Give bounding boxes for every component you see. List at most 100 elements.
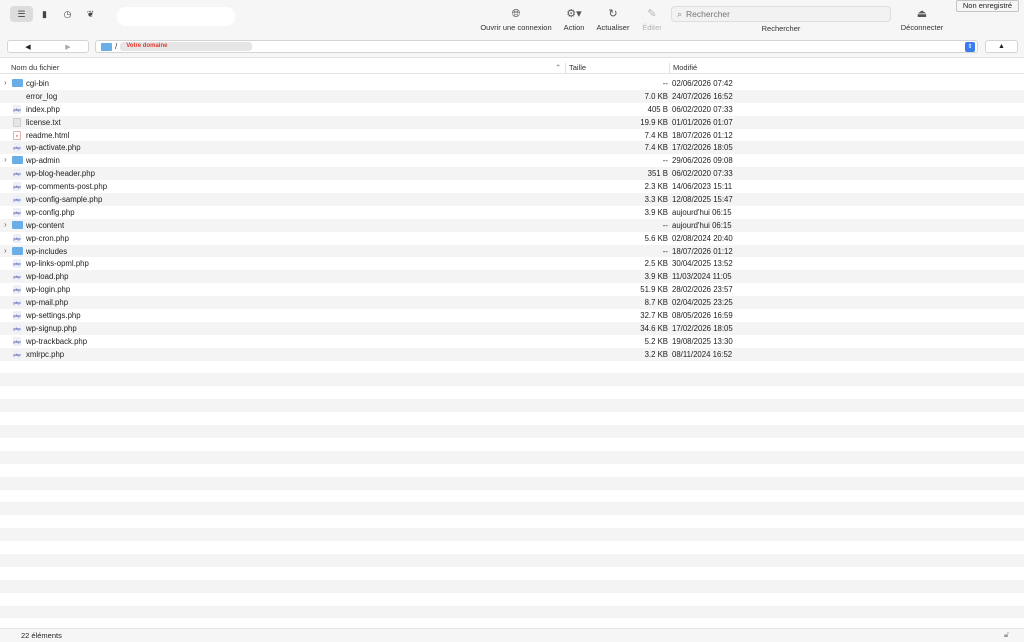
- browser-view-icon[interactable]: ☰: [10, 6, 33, 22]
- file-name: wp-links-opml.php: [26, 259, 89, 269]
- table-row[interactable]: license.txt 19.9 KB 01/01/2026 01:07: [0, 115, 1024, 129]
- open-connection-button[interactable]: 🌐︎ Ouvrir une connexion: [476, 6, 556, 32]
- php-file-icon: php: [13, 285, 21, 295]
- table-row[interactable]: php wp-blog-header.php 351 B 06/02/2020 07:…: [0, 167, 1024, 181]
- search-field[interactable]: ⌕: [671, 6, 891, 22]
- table-row[interactable]: e readme.html 7.4 KB 18/07/2026 01:12: [0, 129, 1024, 142]
- back-arrow-icon[interactable]: ◀: [8, 41, 48, 52]
- folder-icon: [12, 156, 23, 165]
- php-file-icon: php: [13, 311, 21, 321]
- history-icon[interactable]: ◷: [56, 6, 79, 22]
- file-size: 8.7 KB: [644, 298, 668, 308]
- table-row[interactable]: php wp-cron.php 5.6 KB 02/08/2024 20:40: [0, 232, 1024, 245]
- path-selector[interactable]: / Votre domaine ⇕: [95, 40, 978, 53]
- file-size: 19.9 KB: [640, 117, 668, 127]
- file-modified: 02/04/2025 23:25: [672, 298, 733, 308]
- globe-plus-icon: 🌐︎: [511, 8, 521, 20]
- file-name: wp-comments-post.php: [26, 182, 108, 192]
- file-size: 5.2 KB: [644, 336, 668, 346]
- file-modified: 29/06/2026 09:08: [672, 156, 733, 166]
- file-name: readme.html: [26, 130, 70, 140]
- path-dropdown-icon[interactable]: ⇕: [965, 42, 975, 52]
- folder-icon: [101, 42, 112, 51]
- bonjour-icon[interactable]: ❦: [79, 6, 102, 22]
- file-modified: 12/08/2025 15:47: [672, 195, 733, 205]
- file-modified: aujourd'hui 06:15: [672, 220, 732, 230]
- file-size: 34.6 KB: [640, 323, 668, 333]
- file-size: 2.5 KB: [644, 259, 668, 269]
- file-modified: 08/11/2024 16:52: [672, 349, 733, 359]
- table-row[interactable]: php wp-links-opml.php 2.5 KB 30/04/2025 13:…: [0, 257, 1024, 270]
- file-size: 51.9 KB: [640, 285, 668, 295]
- table-row[interactable]: php xmlrpc.php 3.2 KB 08/11/2024 16:52: [0, 347, 1024, 361]
- column-separator[interactable]: [669, 63, 670, 73]
- refresh-button[interactable]: ↻ Actualiser: [592, 6, 634, 32]
- file-name: wp-admin: [26, 156, 60, 166]
- file-modified: 18/07/2026 01:12: [672, 246, 733, 256]
- file-size: --: [662, 156, 668, 166]
- name-column-header[interactable]: Nom du fichier: [11, 63, 59, 72]
- disclosure-chevron-icon[interactable]: ›: [4, 78, 7, 87]
- gear-icon: ⚙▾: [566, 8, 582, 20]
- bookmarks-icon[interactable]: ▮: [33, 6, 56, 22]
- forward-arrow-icon[interactable]: ▶: [48, 41, 88, 52]
- up-arrow-icon: ▲: [998, 43, 1005, 50]
- table-row[interactable]: › wp-admin -- 29/06/2026 09:08: [0, 154, 1024, 167]
- table-row[interactable]: › cgi-bin -- 02/06/2026 07:42: [0, 77, 1024, 90]
- file-modified: 02/08/2024 20:40: [672, 233, 733, 243]
- file-name: wp-settings.php: [26, 311, 81, 321]
- table-row[interactable]: php wp-settings.php 32.7 KB 08/05/2026 16:5…: [0, 309, 1024, 322]
- table-row[interactable]: php wp-config-sample.php 3.3 KB 12/08/2025 …: [0, 193, 1024, 206]
- file-name: index.php: [26, 104, 60, 114]
- file-name: wp-includes: [26, 246, 68, 256]
- file-size: 5.6 KB: [644, 233, 668, 243]
- table-row[interactable]: › wp-includes -- 18/07/2026 01:12: [0, 244, 1024, 258]
- size-column-header[interactable]: Taille: [569, 63, 586, 72]
- action-button[interactable]: ⚙▾ Action: [557, 6, 591, 32]
- table-row[interactable]: php wp-login.php 51.9 KB 28/02/2026 23:57: [0, 283, 1024, 296]
- file-modified: 17/02/2026 18:05: [672, 143, 733, 153]
- file-modified: 14/06/2023 15:11: [672, 182, 733, 192]
- parent-folder-button[interactable]: ▲: [985, 40, 1018, 53]
- disconnect-button[interactable]: ⏏ Déconnecter: [895, 6, 949, 32]
- search-input[interactable]: [686, 9, 877, 19]
- file-modified: 18/07/2026 01:12: [672, 130, 733, 140]
- table-row[interactable]: error_log 7.0 KB 24/07/2026 16:52: [0, 89, 1024, 103]
- file-modified: 19/08/2025 13:30: [672, 336, 733, 346]
- file-name: wp-activate.php: [26, 143, 81, 153]
- empty-row: [0, 464, 1024, 477]
- table-row[interactable]: php wp-config.php 3.9 KB aujourd'hui 06:15: [0, 206, 1024, 219]
- disclosure-chevron-icon[interactable]: ›: [4, 220, 7, 229]
- table-row[interactable]: › wp-content -- aujourd'hui 06:15: [0, 218, 1024, 232]
- unregistered-badge[interactable]: Non enregistré: [956, 0, 1019, 12]
- file-modified: 17/02/2026 18:05: [672, 323, 733, 333]
- file-list: › cgi-bin -- 02/06/2026 07:42 error_log 7.0 K…: [0, 77, 1024, 631]
- file-modified: 24/07/2026 16:52: [672, 91, 733, 101]
- empty-row: [0, 425, 1024, 438]
- table-row[interactable]: php wp-mail.php 8.7 KB 02/04/2025 23:25: [0, 296, 1024, 310]
- table-row[interactable]: php wp-activate.php 7.4 KB 17/02/2026 18:05: [0, 141, 1024, 155]
- table-row[interactable]: php wp-comments-post.php 2.3 KB 14/06/2023 …: [0, 180, 1024, 193]
- quick-connect-field[interactable]: [117, 7, 235, 26]
- table-row[interactable]: php wp-signup.php 34.6 KB 17/02/2026 18:05: [0, 321, 1024, 335]
- file-modified: 02/06/2026 07:42: [672, 79, 733, 88]
- empty-row: [0, 567, 1024, 580]
- disclosure-chevron-icon[interactable]: ›: [4, 246, 7, 255]
- disclosure-chevron-icon[interactable]: ›: [4, 155, 7, 164]
- sort-ascending-icon: ⌃: [555, 63, 562, 72]
- status-bar: 22 éléments 🔓︎: [0, 628, 1024, 642]
- empty-row: [0, 593, 1024, 606]
- php-file-icon: php: [13, 143, 21, 153]
- edit-button[interactable]: ✎ Éditer: [636, 6, 668, 32]
- file-size: 3.9 KB: [644, 272, 668, 282]
- column-separator[interactable]: [565, 63, 566, 73]
- php-file-icon: php: [13, 169, 21, 179]
- table-row[interactable]: php wp-trackback.php 5.2 KB 19/08/2025 13:3…: [0, 335, 1024, 348]
- file-size: --: [662, 79, 668, 88]
- empty-row: [0, 579, 1024, 593]
- file-size: 7.0 KB: [644, 91, 668, 101]
- search-label: Rechercher: [761, 24, 801, 33]
- table-row[interactable]: php index.php 405 B 06/02/2020 07:33: [0, 103, 1024, 116]
- table-row[interactable]: php wp-load.php 3.9 KB 11/03/2024 11:05: [0, 270, 1024, 284]
- modified-column-header[interactable]: Modifié: [673, 63, 697, 72]
